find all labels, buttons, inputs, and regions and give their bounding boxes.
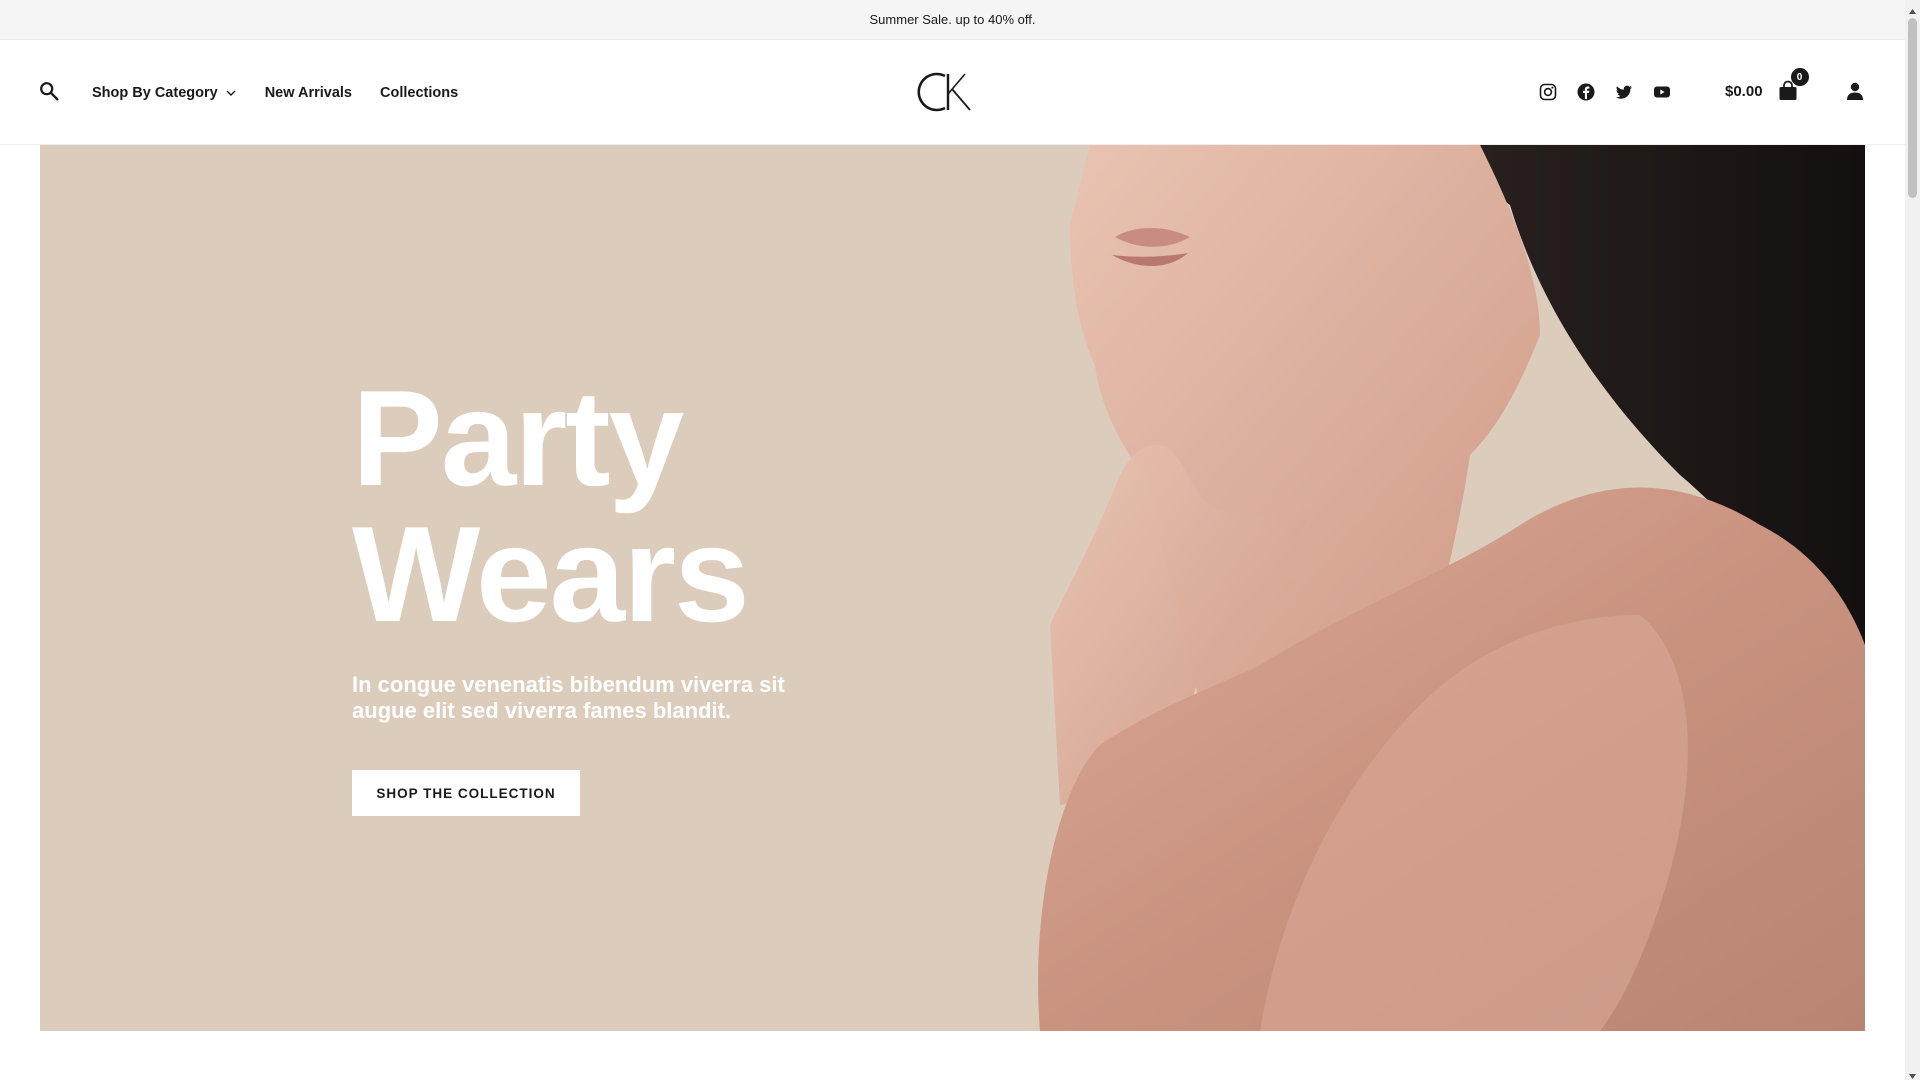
site-header: Shop By Category New Arrivals Collection…	[0, 40, 1905, 145]
scroll-down-arrow-icon[interactable]	[1908, 1068, 1917, 1079]
site-logo[interactable]	[915, 68, 977, 116]
chevron-down-icon	[225, 87, 237, 99]
facebook-icon[interactable]	[1576, 82, 1596, 102]
nav-label: Collections	[380, 84, 459, 101]
twitter-icon[interactable]	[1614, 82, 1634, 102]
main-nav: Shop By Category New Arrivals Collection…	[92, 40, 458, 145]
hero-subtitle: In congue venenatis bibendum viverra sit…	[352, 672, 785, 723]
shop-the-collection-button[interactable]: SHOP THE COLLECTION	[352, 770, 580, 816]
cart-total: $0.00	[1725, 82, 1763, 100]
social-links	[1538, 82, 1672, 102]
hero-model-image	[1038, 145, 1865, 1031]
page-scrollbar[interactable]	[1905, 0, 1920, 1080]
shopping-bag-icon: 0	[1777, 68, 1809, 102]
hero-banner: Party Wears In congue venenatis bibendum…	[40, 145, 1865, 1031]
user-icon[interactable]	[1845, 81, 1865, 101]
nav-label: New Arrivals	[264, 84, 352, 101]
nav-label: Shop By Category	[92, 84, 218, 101]
cart-count-badge: 0	[1790, 68, 1809, 86]
cart-button[interactable]: $0.00 0	[1725, 68, 1809, 102]
nav-collections[interactable]: Collections	[380, 85, 458, 101]
nav-shop-by-category[interactable]: Shop By Category	[92, 85, 237, 101]
hero-title-line-1: Party	[352, 362, 684, 514]
search-icon[interactable]	[38, 80, 60, 102]
hero-title-line-2: Wears	[352, 498, 750, 650]
instagram-icon[interactable]	[1538, 82, 1558, 102]
hero-content: Party Wears In congue venenatis bibendum…	[352, 370, 872, 816]
scrollbar-thumb[interactable]	[1908, 18, 1917, 198]
scroll-up-arrow-icon[interactable]	[1908, 3, 1917, 14]
promo-bar: Summer Sale. up to 40% off.	[0, 0, 1905, 40]
youtube-icon[interactable]	[1652, 82, 1672, 102]
hero-title: Party Wears	[352, 370, 872, 642]
promo-text: Summer Sale. up to 40% off.	[869, 12, 1036, 27]
nav-new-arrivals[interactable]: New Arrivals	[265, 85, 352, 101]
